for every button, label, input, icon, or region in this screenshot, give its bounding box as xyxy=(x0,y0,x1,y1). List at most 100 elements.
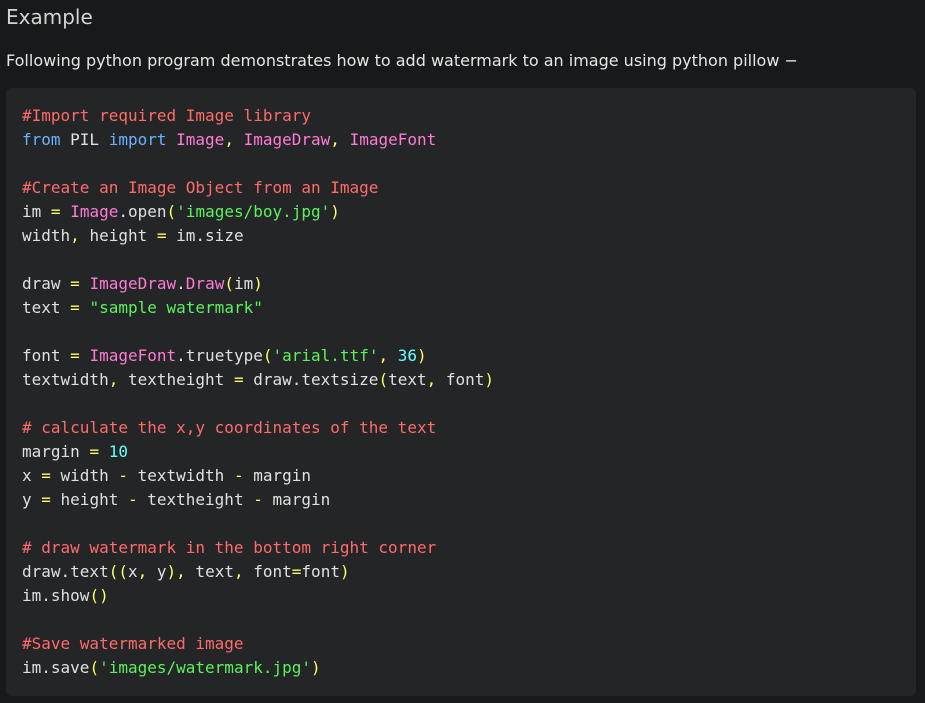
code-token-class: Image xyxy=(176,130,225,149)
code-token-class: Image xyxy=(70,202,119,221)
code-token-plain: text xyxy=(22,298,71,317)
code-token-op: , xyxy=(233,562,244,581)
code-token-plain: y xyxy=(147,562,167,581)
code-token-op: , xyxy=(378,346,389,365)
code-line: #Save watermarked image xyxy=(22,632,494,656)
code-token-plain: height xyxy=(79,226,157,245)
code-token-comment: # draw watermark in the bottom right cor… xyxy=(22,538,437,557)
code-token-op: = xyxy=(50,202,61,221)
code-token-op: , xyxy=(224,130,234,149)
code-token-plain: draw.text xyxy=(22,562,109,581)
code-token-comment: #Create an Image Object from an Image xyxy=(22,178,379,197)
code-line: x = width - textwidth - margin xyxy=(22,464,494,488)
code-token-paren: ) xyxy=(484,370,495,389)
code-token-op: = xyxy=(291,562,302,581)
code-token-op: - xyxy=(253,490,263,509)
code-token-op: , xyxy=(137,562,148,581)
code-token-plain: textwidth xyxy=(22,370,109,389)
code-token-op: = xyxy=(156,226,167,245)
code-line: im = Image.open('images/boy.jpg') xyxy=(22,200,494,224)
code-line: width, height = im.size xyxy=(22,224,494,248)
code-token-op: , xyxy=(426,370,437,389)
code-token-class: ImageDraw xyxy=(243,130,331,149)
code-line: im.save('images/watermark.jpg') xyxy=(22,656,494,680)
code-token-paren: (( xyxy=(108,562,128,581)
code-token-plain: .truetype xyxy=(176,346,263,365)
code-token-paren: ) xyxy=(339,562,350,581)
code-token-plain: x xyxy=(22,466,42,485)
code-token-class: ImageFont xyxy=(349,130,437,149)
code-token-string: 'images/boy.jpg' xyxy=(176,202,331,221)
code-token-plain: im.save xyxy=(22,658,90,677)
code-token-string: 'images/watermark.jpg' xyxy=(99,658,311,677)
code-token-string: 'arial.ttf' xyxy=(272,346,379,365)
code-token-plain: PIL xyxy=(60,130,109,149)
code-line: text = "sample watermark" xyxy=(22,296,494,320)
code-token-op: - xyxy=(233,466,244,485)
page: Example Following python program demonst… xyxy=(0,0,925,703)
code-token-paren: () xyxy=(89,586,109,605)
code-token-keyword: from xyxy=(22,130,61,149)
code-token-op: = xyxy=(89,442,100,461)
section-heading: Example xyxy=(6,5,93,29)
code-token-plain: im xyxy=(233,274,254,293)
code-token-paren: ) xyxy=(330,202,340,221)
code-token-plain: textheight xyxy=(118,370,234,389)
code-token-plain: text xyxy=(185,562,234,581)
code-token-plain: draw xyxy=(22,274,71,293)
code-token-op: = xyxy=(233,370,244,389)
code-token-op: , xyxy=(176,562,186,581)
code-token-number: 10 xyxy=(108,442,128,461)
code-token-paren: ( xyxy=(378,370,389,389)
code-token-paren: ( xyxy=(224,274,234,293)
code-line: #Create an Image Object from an Image xyxy=(22,176,494,200)
code-line: textwidth, textheight = draw.textsize(te… xyxy=(22,368,494,392)
code-token-plain: margin xyxy=(22,442,90,461)
code-token-op: = xyxy=(70,346,80,365)
code-line: font = ImageFont.truetype('arial.ttf', 3… xyxy=(22,344,494,368)
code-token-plain: font xyxy=(22,346,71,365)
code-token-paren: ) xyxy=(311,658,321,677)
code-token-class: ImageFont xyxy=(89,346,177,365)
code-token-plain: width xyxy=(22,226,71,245)
code-line: im.show() xyxy=(22,584,494,608)
code-token-plain: font xyxy=(436,370,485,389)
code-token-comment: # calculate the x,y coordinates of the t… xyxy=(22,418,437,437)
code-token-plain: height xyxy=(50,490,128,509)
code-token-plain: font xyxy=(243,562,292,581)
code-line: #Import required Image library xyxy=(22,104,494,128)
code-token-paren: ) xyxy=(417,346,427,365)
code-token-op: = xyxy=(41,490,51,509)
code-token-plain: draw.textsize xyxy=(243,370,379,389)
code-token-plain: im.show xyxy=(22,586,90,605)
code-listing: #Import required Image library from PIL i… xyxy=(22,104,494,680)
code-token-plain: font xyxy=(301,562,340,581)
code-token-plain: x xyxy=(127,562,138,581)
code-line: # draw watermark in the bottom right cor… xyxy=(22,536,494,560)
code-token-op: = xyxy=(70,274,80,293)
code-token-plain: textwidth xyxy=(127,466,234,485)
code-token-op: - xyxy=(118,466,128,485)
code-token-plain: margin xyxy=(243,466,312,485)
code-token-plain: text xyxy=(388,370,427,389)
code-token-method: Draw xyxy=(185,274,225,293)
code-token-comment: #Save watermarked image xyxy=(22,634,244,653)
code-token-plain: im xyxy=(22,202,51,221)
code-token-keyword: import xyxy=(108,130,167,149)
code-token-op: , xyxy=(108,370,119,389)
code-token-op: , xyxy=(70,226,80,245)
code-token-string: "sample watermark" xyxy=(89,298,263,317)
code-token-paren: ( xyxy=(166,202,177,221)
